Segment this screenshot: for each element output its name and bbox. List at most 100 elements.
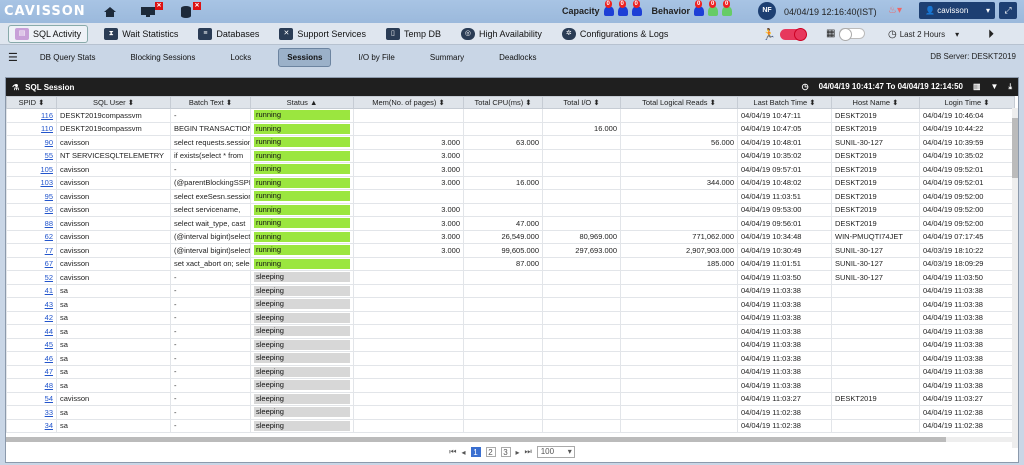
table-row[interactable]: 90 cavisson select requests.session running… (6, 135, 1015, 150)
page-size-select[interactable]: 100 ▾ (536, 446, 575, 458)
tab-sessions[interactable]: Sessions (278, 47, 332, 67)
table-row[interactable]: 41 sa - sleeping 04/04/19 11:03:38 04/04/19 1… (6, 283, 1015, 298)
tab-summary[interactable]: Summary (422, 49, 472, 66)
spid-link[interactable]: 67 (6, 256, 57, 271)
spid-link[interactable]: 55 (6, 148, 57, 163)
table-row[interactable]: 62 cavisson (@interval bigint)select runnin… (6, 229, 1015, 244)
spid-link[interactable]: 34 (6, 418, 57, 433)
spid-link[interactable]: 95 (6, 189, 57, 204)
table-row[interactable]: 77 cavisson (@interval bigint)select runnin… (6, 243, 1015, 258)
filter-icon[interactable]: ▼ (991, 82, 999, 92)
column-header[interactable]: Last Batch Time ⬍ (737, 96, 832, 109)
table-row[interactable]: 45 sa - sleeping 04/04/19 11:03:38 04/04/19 1… (6, 337, 1015, 352)
spid-link[interactable]: 52 (6, 270, 57, 285)
spid-link[interactable]: 45 (6, 337, 57, 352)
table-row[interactable]: 52 cavisson - sleeping 04/04/19 11:03:50 SUNI… (6, 270, 1015, 285)
table-row[interactable]: 44 sa - sleeping 04/04/19 11:03:38 04/04/19 1… (6, 324, 1015, 339)
spid-link[interactable]: 116 (6, 108, 57, 123)
spid-link[interactable]: 47 (6, 364, 57, 379)
spid-link[interactable]: 46 (6, 351, 57, 366)
bell-icon[interactable]: 0 (708, 0, 719, 16)
table-row[interactable]: 67 cavisson set xact_abort on; select runni… (6, 256, 1015, 271)
spid-link[interactable]: 48 (6, 378, 57, 393)
time-range-select[interactable]: ◷ Last 2 Hours ▾ (888, 29, 959, 40)
spid-link[interactable]: 43 (6, 297, 57, 312)
table-row[interactable]: 48 sa - sleeping 04/04/19 11:03:38 04/04/19 1… (6, 378, 1015, 393)
table-row[interactable]: 95 cavisson select exeSesn.session running 0… (6, 189, 1015, 204)
column-header[interactable]: Mem(No. of pages) ⬍ (353, 96, 464, 109)
table-row[interactable]: 96 cavisson select servicename, running 3.00… (6, 202, 1015, 217)
table-row[interactable]: 116 DESKT2019compassvm - running 04/04/19 10… (6, 108, 1015, 123)
download-icon[interactable]: ⤓ (1008, 82, 1012, 92)
spid-link[interactable]: 42 (6, 310, 57, 325)
spid-link[interactable]: 88 (6, 216, 57, 231)
page-3[interactable]: 3 (500, 447, 511, 457)
spid-link[interactable]: 62 (6, 229, 57, 244)
avatar[interactable]: NF (758, 2, 776, 20)
compare-toggle[interactable]: ▦ (826, 28, 866, 41)
home-icon[interactable] (99, 5, 121, 19)
vertical-scrollbar[interactable] (1012, 108, 1018, 448)
last-page-icon[interactable]: ⏭ (525, 447, 532, 457)
spid-link[interactable]: 90 (6, 135, 57, 150)
bell-icon[interactable]: 0 (694, 0, 705, 16)
tab-sql-activity[interactable]: ▤ SQL Activity (8, 24, 89, 43)
tab-high-availability[interactable]: ◎ High Availability (457, 25, 546, 43)
tab-databases[interactable]: ≡ Databases (194, 25, 263, 43)
first-page-icon[interactable]: ⏮ (449, 447, 456, 457)
table-row[interactable]: 33 sa - sleeping 04/04/19 11:02:38 04/04/19 1… (6, 405, 1015, 420)
menu-icon[interactable]: ☰ (8, 51, 18, 64)
bell-icon[interactable]: 0 (617, 0, 628, 16)
page-1[interactable]: 1 (470, 447, 481, 457)
monitor-icon[interactable]: ✕ (137, 1, 163, 19)
database-icon[interactable]: ✕ (175, 1, 201, 19)
column-header[interactable]: Total CPU(ms) ⬍ (463, 96, 543, 109)
column-header[interactable]: Status ▲ (250, 96, 354, 109)
tab-configurations-logs[interactable]: ✲ Configurations & Logs (558, 25, 673, 43)
table-row[interactable]: 34 sa - sleeping 04/04/19 11:02:38 04/04/19 1… (6, 418, 1015, 433)
spid-link[interactable]: 103 (6, 175, 57, 190)
column-header[interactable]: Total Logical Reads ⬍ (620, 96, 738, 109)
bell-icon[interactable]: 0 (722, 0, 733, 16)
tab-temp-db[interactable]: ▯ Temp DB (382, 25, 445, 43)
spid-link[interactable]: 54 (6, 391, 57, 406)
tab-support-services[interactable]: ✕ Support Services (275, 25, 370, 43)
table-row[interactable]: 88 cavisson select wait_type, cast running 3… (6, 216, 1015, 231)
column-header[interactable]: SQL User ⬍ (56, 96, 171, 109)
columns-icon[interactable]: ▥ (973, 82, 981, 92)
table-row[interactable]: 42 sa - sleeping 04/04/19 11:03:38 04/04/19 1… (6, 310, 1015, 325)
spid-link[interactable]: 110 (6, 121, 57, 136)
spid-link[interactable]: 77 (6, 243, 57, 258)
fullscreen-icon[interactable]: ⤢ (999, 2, 1017, 19)
horizontal-scrollbar[interactable] (6, 437, 1012, 442)
column-header[interactable]: Batch Text ⬍ (170, 96, 251, 109)
column-header[interactable]: Host Name ⬍ (831, 96, 920, 109)
spid-link[interactable]: 96 (6, 202, 57, 217)
tab-blocking-sessions[interactable]: Blocking Sessions (122, 49, 203, 66)
next-page-icon[interactable]: ▸ (516, 448, 520, 457)
spid-link[interactable]: 41 (6, 283, 57, 298)
tab-io-by-file[interactable]: I/O by File (350, 49, 402, 66)
tab-wait-statistics[interactable]: ⧗ Wait Statistics (100, 25, 182, 43)
column-header[interactable]: Total I/O ⬍ (542, 96, 621, 109)
table-row[interactable]: 43 sa - sleeping 04/04/19 11:03:38 04/04/19 1… (6, 297, 1015, 312)
page-2[interactable]: 2 (485, 447, 496, 457)
spid-link[interactable]: 44 (6, 324, 57, 339)
tab-deadlocks[interactable]: Deadlocks (491, 49, 544, 66)
table-row[interactable]: 54 cavisson - sleeping 04/04/19 11:03:27 DESK… (6, 391, 1015, 406)
tab-locks[interactable]: Locks (222, 49, 259, 66)
column-header[interactable]: SPID ⬍ (6, 96, 57, 109)
tab-db-query-stats[interactable]: DB Query Stats (32, 49, 104, 66)
column-header[interactable]: Login Time ⬍ (919, 96, 1015, 109)
table-row[interactable]: 105 cavisson - running 3.000 04/04/19 09:57:0… (6, 162, 1015, 177)
live-toggle[interactable]: 🏃 (762, 28, 807, 41)
flame-icon[interactable]: ♨▾ (888, 5, 902, 16)
spid-link[interactable]: 105 (6, 162, 57, 177)
table-row[interactable]: 110 DESKT2019compassvm BEGIN TRANSACTION ru… (6, 121, 1015, 136)
table-row[interactable]: 46 sa - sleeping 04/04/19 11:03:38 04/04/19 1… (6, 351, 1015, 366)
spid-link[interactable]: 33 (6, 405, 57, 420)
bell-icon[interactable]: 0 (603, 0, 614, 16)
bell-icon[interactable]: 0 (631, 0, 642, 16)
table-row[interactable]: 47 sa - sleeping 04/04/19 11:03:38 04/04/19 1… (6, 364, 1015, 379)
prev-page-icon[interactable]: ◂ (461, 448, 465, 457)
